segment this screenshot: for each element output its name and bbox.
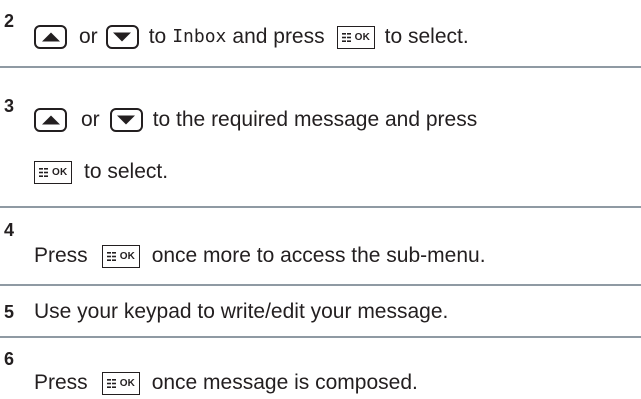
inbox-menu-name: Inbox (172, 26, 227, 47)
up-arrow-key-icon (34, 25, 67, 49)
step-text: once more to access the sub-menu. (151, 244, 486, 267)
step-text: to the required message and press (152, 108, 478, 131)
step-number: 5 (4, 302, 15, 322)
step-number: 4 (4, 220, 15, 240)
step-text: or (81, 108, 100, 131)
step-divider (0, 66, 641, 68)
down-arrow-key-icon (109, 108, 143, 132)
step-number: 3 (4, 96, 15, 116)
step-divider (0, 336, 641, 338)
step-number: 2 (4, 11, 15, 31)
step-text: Press (34, 371, 88, 394)
menu-ok-key-icon: OK (34, 160, 72, 184)
step-text-line: Press OK once message is composed. (34, 370, 418, 396)
step-text: once message is composed. (151, 371, 418, 394)
step-text-line: Use your keypad to write/edit your messa… (34, 299, 448, 325)
step-text: Press (34, 244, 88, 267)
step-number: 6 (4, 349, 15, 369)
up-arrow-key-icon (34, 108, 67, 132)
step-text: and press (232, 25, 325, 48)
down-arrow-key-icon (105, 25, 139, 49)
step-text-line: Press OK once more to access the sub-men… (34, 243, 486, 269)
menu-ok-key-icon: OK (101, 371, 140, 395)
step-text: to select. (384, 25, 469, 48)
step-text: to (148, 25, 167, 48)
step-divider (0, 206, 641, 208)
menu-ok-key-icon: OK (101, 244, 140, 268)
step-text: to select. (84, 160, 169, 183)
step-text: Use your keypad to write/edit your messa… (34, 300, 449, 323)
step-text: or (79, 25, 98, 48)
step-text-line: or to the required message and press (34, 107, 477, 133)
menu-ok-key-icon: OK (336, 25, 375, 49)
step-text-line: OK to select. (34, 159, 168, 185)
step-divider (0, 284, 641, 286)
step-text-line: or to Inbox and press OK to select. (34, 24, 469, 50)
